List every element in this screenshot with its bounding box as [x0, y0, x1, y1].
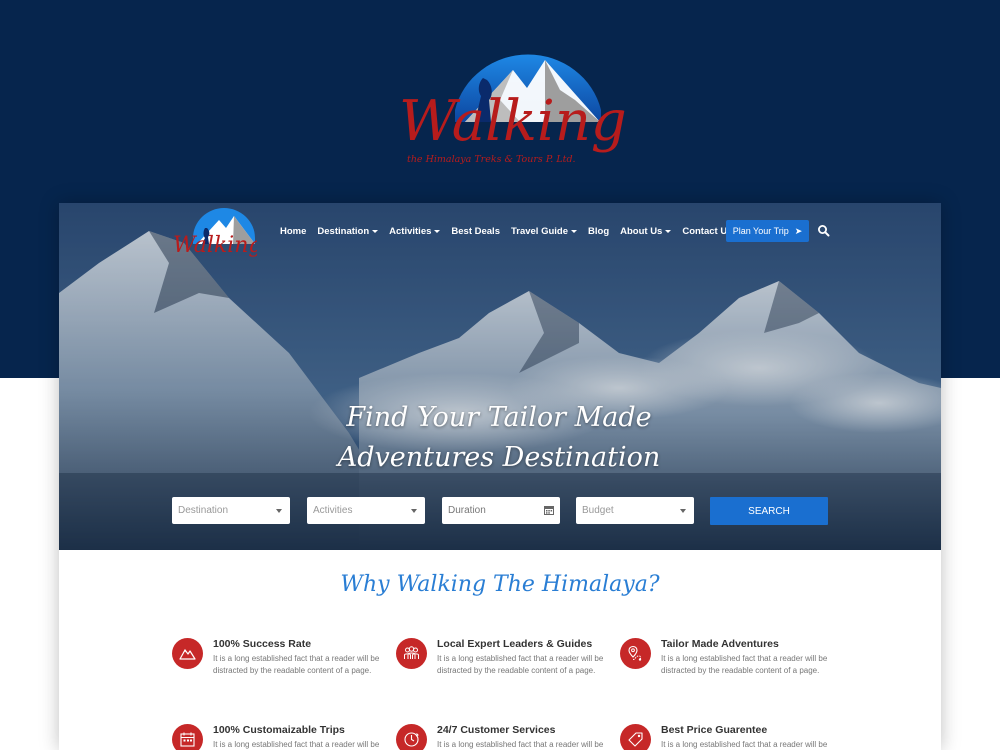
- feature-item: Tailor Made Adventures It is a long esta…: [620, 638, 830, 698]
- nav-travel-guide[interactable]: Travel Guide: [511, 226, 578, 237]
- website-preview: Walking Home Destination Activities Best…: [59, 203, 941, 750]
- destination-select[interactable]: Destination: [172, 497, 290, 524]
- nav-contact-us[interactable]: Contact Us: [682, 226, 732, 237]
- map-pin-icon: [620, 638, 651, 669]
- feature-description: It is a long established fact that a rea…: [661, 740, 828, 749]
- feature-item: 100% Customaizable Trips It is a long es…: [172, 724, 382, 750]
- brand-logo: Walking the Himalaya Treks & Tours P. Lt…: [395, 30, 627, 180]
- group-icon: [396, 638, 427, 669]
- feature-item: Best Price Guarentee It is a long establ…: [620, 724, 830, 750]
- feature-title: Best Price Guarentee: [661, 724, 768, 736]
- calendar-icon: [544, 506, 554, 515]
- nav-best-deals[interactable]: Best Deals: [451, 226, 500, 237]
- duration-input[interactable]: Duration: [442, 497, 560, 524]
- chevron-down-icon: [276, 509, 282, 513]
- hero-title-line-1: Find Your Tailor Made: [346, 402, 652, 433]
- nav-home[interactable]: Home: [280, 226, 306, 237]
- logo-tagline: the Himalaya Treks & Tours P. Ltd.: [407, 154, 576, 165]
- activities-select[interactable]: Activities: [307, 497, 425, 524]
- feature-title: 100% Success Rate: [213, 638, 312, 650]
- header-logo[interactable]: Walking: [171, 206, 262, 262]
- feature-title: 100% Customaizable Trips: [213, 724, 345, 736]
- hero-title: Find Your Tailor Made Adventures Destina…: [259, 398, 739, 478]
- budget-select[interactable]: Budget: [576, 497, 694, 524]
- feature-description: It is a long established fact that a rea…: [213, 654, 380, 675]
- chevron-down-icon: [665, 229, 672, 233]
- chevron-down-icon: [372, 229, 379, 233]
- chevron-down-icon: [571, 229, 578, 233]
- svg-text:Walking: Walking: [173, 233, 257, 258]
- hero-title-line-2: Adventures Destination: [337, 442, 661, 473]
- calendar-icon: [172, 724, 203, 750]
- paper-plane-icon: ➤: [794, 225, 803, 236]
- logo-name: Walking: [399, 89, 627, 154]
- clock-24-icon: [396, 724, 427, 750]
- feature-title: Local Expert Leaders & Guides: [437, 638, 593, 650]
- feature-description: It is a long established fact that a rea…: [437, 654, 604, 675]
- feature-item: 100% Success Rate It is a long establish…: [172, 638, 382, 698]
- feature-title: Tailor Made Adventures: [661, 638, 779, 650]
- chevron-down-icon: [411, 509, 417, 513]
- feature-description: It is a long established fact that a rea…: [661, 654, 828, 675]
- feature-item: 24/7 Customer Services It is a long esta…: [396, 724, 606, 750]
- plan-your-trip-button[interactable]: Plan Your Trip ➤: [726, 220, 809, 242]
- main-nav: Home Destination Activities Best Deals T…: [280, 220, 744, 242]
- nav-about-us[interactable]: About Us: [620, 226, 672, 237]
- search-icon[interactable]: [817, 224, 831, 238]
- nav-destination[interactable]: Destination: [317, 226, 379, 237]
- hero-section: Walking Home Destination Activities Best…: [59, 203, 941, 550]
- why-section-title: Why Walking The Himalaya?: [340, 572, 660, 597]
- search-button[interactable]: SEARCH: [710, 497, 828, 525]
- feature-description: It is a long established fact that a rea…: [437, 740, 604, 749]
- feature-title: 24/7 Customer Services: [437, 724, 556, 736]
- feature-description: It is a long established fact that a rea…: [213, 740, 380, 749]
- chevron-down-icon: [434, 229, 441, 233]
- nav-activities[interactable]: Activities: [389, 226, 441, 237]
- feature-item: Local Expert Leaders & Guides It is a lo…: [396, 638, 606, 698]
- mountain-icon: [172, 638, 203, 669]
- chevron-down-icon: [680, 509, 686, 513]
- price-tag-icon: [620, 724, 651, 750]
- nav-blog[interactable]: Blog: [588, 226, 609, 237]
